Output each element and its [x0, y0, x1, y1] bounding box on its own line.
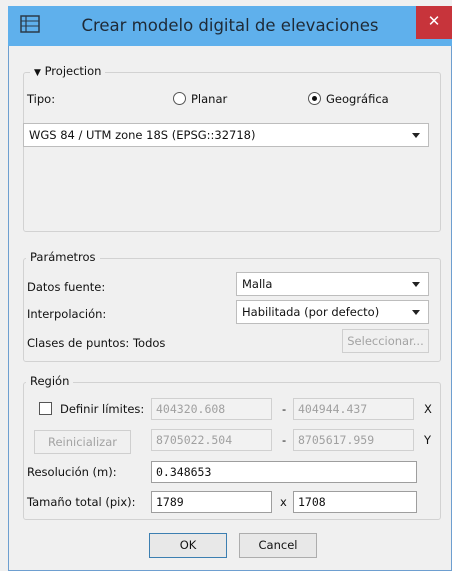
region-legend: Región	[26, 374, 74, 388]
resolucion-label: Resolución (m):	[27, 465, 117, 479]
datos-fuente-select[interactable]: Malla	[236, 272, 429, 296]
tipo-label: Tipo:	[27, 92, 56, 106]
datos-fuente-label: Datos fuente:	[27, 280, 106, 294]
crs-select-value: WGS 84 / UTM zone 18S (EPSG::32718)	[29, 128, 256, 142]
collapse-toggle-icon[interactable]: ▼	[34, 68, 41, 78]
tamano-times-label: x	[280, 495, 287, 509]
resolucion-field[interactable]: 0.348653	[151, 461, 417, 483]
app-icon	[20, 15, 40, 33]
x-max-field[interactable]: 404944.437	[293, 398, 414, 420]
tamano-width-field[interactable]: 1789	[151, 491, 272, 513]
y-min-field[interactable]: 8705022.504	[151, 429, 272, 451]
ok-button[interactable]: OK	[149, 533, 227, 558]
radio-geografica-label[interactable]: Geográfica	[326, 92, 389, 106]
clases-puntos-label: Clases de puntos: Todos	[27, 336, 166, 350]
interpolacion-select[interactable]: Habilitada (por defecto)	[236, 300, 429, 324]
close-button[interactable]: ✕	[416, 6, 452, 39]
x-axis-label: X	[424, 402, 432, 416]
projection-legend-label: Projection	[44, 64, 102, 78]
reinicializar-button[interactable]: Reinicializar	[34, 430, 131, 454]
radio-geografica[interactable]	[308, 92, 321, 105]
interpolacion-value: Habilitada (por defecto)	[242, 305, 380, 319]
tamano-total-label: Tamaño total (pix):	[27, 495, 136, 509]
y-range-dash: -	[282, 433, 287, 447]
datos-fuente-value: Malla	[242, 277, 273, 291]
chevron-down-icon	[412, 133, 420, 138]
seleccionar-button[interactable]: Seleccionar...	[342, 329, 429, 353]
y-axis-label: Y	[424, 433, 432, 447]
x-min-field[interactable]: 404320.608	[151, 398, 272, 420]
projection-legend[interactable]: ▼ Projection	[30, 64, 106, 78]
y-max-field[interactable]: 8705617.959	[293, 429, 414, 451]
radio-selected-dot	[312, 96, 317, 101]
chevron-down-icon	[412, 310, 420, 315]
interpolacion-label: Interpolación:	[27, 307, 107, 321]
x-range-dash: -	[282, 402, 287, 416]
definir-limites-label[interactable]: Definir límites:	[60, 402, 144, 416]
radio-planar-label[interactable]: Planar	[191, 92, 227, 106]
window-title: Crear modelo digital de elevaciones	[81, 16, 379, 35]
cancel-button[interactable]: Cancel	[239, 533, 317, 558]
parametros-legend: Parámetros	[26, 250, 100, 264]
chevron-down-icon	[412, 282, 420, 287]
radio-planar[interactable]	[173, 92, 186, 105]
definir-limites-checkbox[interactable]	[39, 402, 52, 415]
crs-select[interactable]: WGS 84 / UTM zone 18S (EPSG::32718)	[23, 123, 429, 147]
tamano-height-field[interactable]: 1708	[293, 491, 417, 513]
